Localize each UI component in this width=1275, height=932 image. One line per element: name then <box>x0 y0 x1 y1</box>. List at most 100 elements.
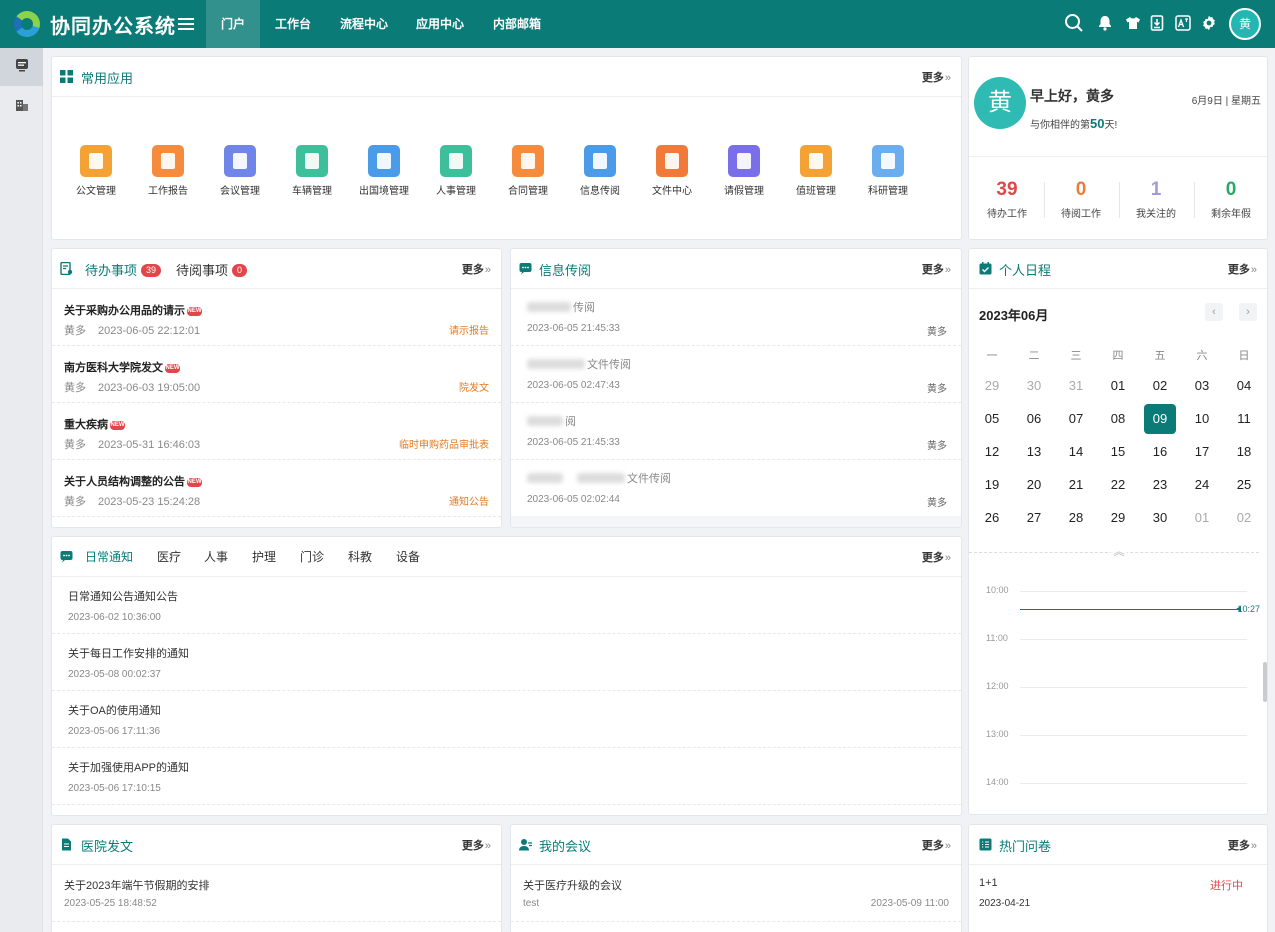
nav-app-center[interactable]: 应用中心 <box>404 0 476 48</box>
tab-notice-2[interactable]: 人事 <box>204 548 228 565</box>
calendar-day[interactable]: 12 <box>976 437 1008 467</box>
calendar-day[interactable]: 02 <box>1144 371 1176 401</box>
calendar-day[interactable]: 30 <box>1018 371 1050 401</box>
tab-notice-5[interactable]: 科教 <box>348 548 372 565</box>
sidebar-item-portal[interactable] <box>0 48 43 86</box>
table-row[interactable]: 关于采购办公用品的请示 NEW 黄多 2023-06-05 22:12:01 请示报告 <box>52 289 501 346</box>
tab-to-read[interactable]: 待阅事项 0 <box>176 260 248 279</box>
app-report[interactable]: 工作报告 <box>133 145 203 197</box>
calendar-day[interactable]: 28 <box>1060 503 1092 533</box>
list-item[interactable]: 文件传阅 2023-06-05 02:47:43 黄多 <box>511 346 961 403</box>
tab-notice-0[interactable]: 日常通知 <box>85 548 133 565</box>
calendar-day[interactable]: 14 <box>1060 437 1092 467</box>
calendar-day[interactable]: 13 <box>1018 437 1050 467</box>
list-item[interactable]: 关于每日工作安排的通知 2023-05-08 00:02:37 <box>52 634 961 691</box>
translate-icon[interactable] <box>1173 12 1193 34</box>
calendar-day[interactable]: 23 <box>1144 470 1176 500</box>
list-item[interactable]: 1+1 进行中 2023-04-21 <box>969 865 1267 922</box>
calendar-day[interactable]: 02 <box>1228 503 1260 533</box>
app-people[interactable]: 人事管理 <box>421 145 491 197</box>
calendar-day[interactable]: 05 <box>976 404 1008 434</box>
calendar-day[interactable]: 21 <box>1060 470 1092 500</box>
calendar-day[interactable]: 06 <box>1018 404 1050 434</box>
hospital-docs-more-link[interactable]: 更多» <box>462 837 491 853</box>
calendar-day[interactable]: 04 <box>1228 371 1260 401</box>
list-item[interactable]: 关于2023年端午节假期的安排 2023-05-25 18:48:52 <box>52 865 501 922</box>
calendar-day[interactable]: 16 <box>1144 437 1176 467</box>
tab-pending[interactable]: 待办事项 39 <box>85 260 162 279</box>
search-icon[interactable] <box>1064 12 1084 34</box>
bell-icon[interactable] <box>1095 12 1115 34</box>
schedule-more-link[interactable]: 更多» <box>1228 261 1257 277</box>
calendar-day[interactable]: 20 <box>1018 470 1050 500</box>
list-item[interactable]: 传阅 2023-06-05 21:45:33 黄多 <box>511 289 961 346</box>
calendar-next-button[interactable]: › <box>1239 303 1257 321</box>
nav-portal[interactable]: 门户 <box>206 0 260 48</box>
app-plane[interactable]: 出国境管理 <box>349 145 419 197</box>
user-avatar[interactable]: 黄 <box>1229 8 1261 40</box>
stat-to-read[interactable]: 0 待阅工作 <box>1044 179 1118 220</box>
calendar-day[interactable]: 25 <box>1228 470 1260 500</box>
nav-workbench[interactable]: 工作台 <box>262 0 324 48</box>
calendar-day[interactable]: 03 <box>1186 371 1218 401</box>
calendar-day[interactable]: 31 <box>1060 371 1092 401</box>
calendar-day[interactable]: 17 <box>1186 437 1218 467</box>
calendar-day[interactable]: 27 <box>1018 503 1050 533</box>
notices-more-link[interactable]: 更多» <box>922 549 951 565</box>
table-row[interactable]: 南方医科大学院发文 NEW 黄多 2023-06-03 19:05:00 院发文 <box>52 346 501 403</box>
calendar-day[interactable]: 07 <box>1060 404 1092 434</box>
list-item[interactable]: 关于医疗升级的会议 test 2023-05-09 11:00 <box>511 865 961 922</box>
surveys-more-link[interactable]: 更多» <box>1228 837 1257 853</box>
list-item[interactable]: 关于加强使用APP的通知 2023-05-06 17:10:15 <box>52 748 961 805</box>
list-item[interactable]: 阅 2023-06-05 21:45:33 黄多 <box>511 403 961 460</box>
info-more-link[interactable]: 更多» <box>922 261 951 277</box>
app-meeting[interactable]: 会议管理 <box>205 145 275 197</box>
calendar-day[interactable]: 10 <box>1186 404 1218 434</box>
calendar-day[interactable]: 15 <box>1102 437 1134 467</box>
calendar-day[interactable]: 18 <box>1228 437 1260 467</box>
meetings-more-link[interactable]: 更多» <box>922 837 951 853</box>
tab-notice-1[interactable]: 医疗 <box>157 548 181 565</box>
app-file[interactable]: 文件中心 <box>637 145 707 197</box>
stat-following[interactable]: 1 我关注的 <box>1119 179 1193 220</box>
tab-notice-3[interactable]: 护理 <box>252 548 276 565</box>
sidebar-item-org[interactable] <box>0 88 43 126</box>
list-item[interactable]: 日常通知公告通知公告 2023-06-02 10:36:00 <box>52 577 961 634</box>
list-item[interactable]: 关于OA的使用通知 2023-05-06 17:11:36 <box>52 691 961 748</box>
app-car[interactable]: 车辆管理 <box>277 145 347 197</box>
app-schedule[interactable]: 值班管理 <box>781 145 851 197</box>
calendar-day[interactable]: 29 <box>1102 503 1134 533</box>
chevron-up-icon[interactable]: ︽ <box>1111 544 1127 560</box>
calendar-day[interactable]: 19 <box>976 470 1008 500</box>
table-row[interactable]: 关于人员结构调整的公告 NEW 黄多 2023-05-23 15:24:28 通知公告 <box>52 460 501 517</box>
calendar-day[interactable]: 08 <box>1102 404 1134 434</box>
calendar-day[interactable]: 01 <box>1102 371 1134 401</box>
settings-icon[interactable] <box>1199 12 1219 34</box>
calendar-day[interactable]: 26 <box>976 503 1008 533</box>
calendar-day[interactable]: 11 <box>1228 404 1260 434</box>
table-row[interactable]: 重大疾病 NEW 黄多 2023-05-31 16:46:03 临时申购药品审批表 <box>52 403 501 460</box>
nav-internal-mail[interactable]: 内部邮箱 <box>481 0 553 48</box>
common-apps-more-link[interactable]: 更多» <box>922 69 951 85</box>
shirt-icon[interactable] <box>1123 12 1143 34</box>
calendar-day-selected[interactable]: 09 <box>1144 404 1176 434</box>
calendar-day[interactable]: 30 <box>1144 503 1176 533</box>
download-icon[interactable] <box>1147 12 1167 34</box>
list-item[interactable]: 文件传阅 2023-06-05 02:02:44 黄多 <box>511 460 961 517</box>
calendar-day[interactable]: 24 <box>1186 470 1218 500</box>
calendar-prev-button[interactable]: ‹ <box>1205 303 1223 321</box>
nav-workflow-center[interactable]: 流程中心 <box>328 0 400 48</box>
stat-annual-leave[interactable]: 0 剩余年假 <box>1194 179 1267 220</box>
app-contract[interactable]: 合同管理 <box>493 145 563 197</box>
app-hand[interactable]: 请假管理 <box>709 145 779 197</box>
stat-todo[interactable]: 39 待办工作 <box>970 179 1044 220</box>
calendar-day[interactable]: 29 <box>976 371 1008 401</box>
calendar-day[interactable]: 01 <box>1186 503 1218 533</box>
tab-notice-6[interactable]: 设备 <box>396 548 420 565</box>
app-research[interactable]: 科研管理 <box>853 145 923 197</box>
menu-toggle-icon[interactable] <box>178 15 194 33</box>
timeline-scrollbar[interactable] <box>1263 662 1267 702</box>
app-info[interactable]: 信息传阅 <box>565 145 635 197</box>
app-document[interactable]: 公文管理 <box>61 145 131 197</box>
calendar-day[interactable]: 22 <box>1102 470 1134 500</box>
